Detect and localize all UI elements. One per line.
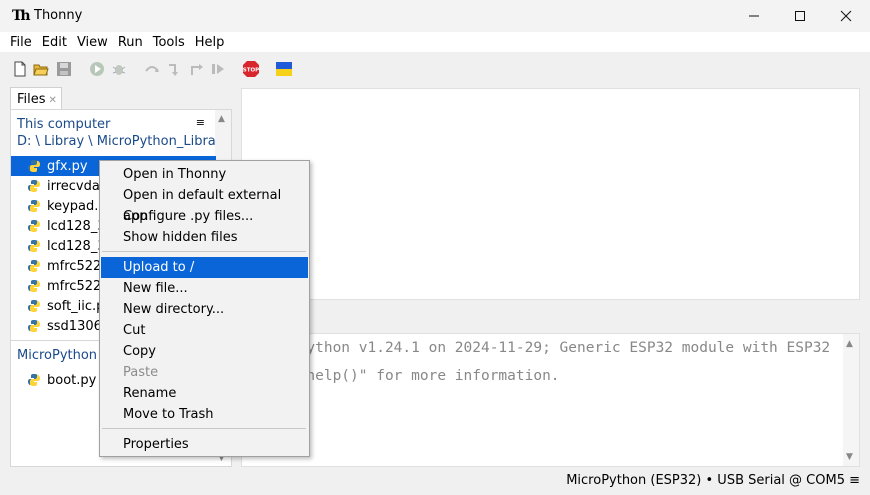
interpreter-status[interactable]: MicroPython (ESP32) • USB Serial @ COM5 … <box>566 473 860 488</box>
python-file-icon <box>28 374 40 386</box>
files-menu-icon[interactable]: ≡ <box>196 116 205 129</box>
python-file-icon <box>28 300 40 312</box>
ctx-open-external[interactable]: Open in default external app <box>101 185 308 224</box>
ctx-upload-to[interactable]: Upload to / <box>101 257 308 278</box>
maximize-button[interactable] <box>777 0 823 32</box>
ctx-copy[interactable]: Copy <box>101 341 308 362</box>
editor-area[interactable] <box>241 88 860 300</box>
menu-bar: File Edit View Run Tools Help <box>0 32 870 52</box>
new-file-icon[interactable] <box>12 61 28 77</box>
python-file-icon <box>28 200 40 212</box>
run-icon[interactable] <box>89 61 105 77</box>
title-bar: Th Thonny <box>0 0 870 32</box>
ctx-open-in-thonny[interactable]: Open in Thonny <box>101 164 308 185</box>
resume-icon[interactable] <box>210 61 226 77</box>
tab-files[interactable]: Files ✕ <box>10 87 62 109</box>
scroll-up-icon[interactable]: ▲ <box>218 114 225 124</box>
menu-separator <box>102 428 306 429</box>
step-into-icon[interactable] <box>166 61 182 77</box>
menu-help[interactable]: Help <box>195 35 225 50</box>
menu-file[interactable]: File <box>10 35 32 50</box>
close-icon <box>840 10 852 22</box>
thonny-logo-icon: Th <box>12 8 31 24</box>
ctx-properties[interactable]: Properties <box>101 434 308 455</box>
file-name: gfx.py <box>47 158 88 174</box>
python-file-icon <box>28 260 40 272</box>
menu-view[interactable]: View <box>77 35 108 50</box>
this-computer-title[interactable]: This computer <box>17 117 110 132</box>
ctx-rename[interactable]: Rename <box>101 383 308 404</box>
debug-icon[interactable] <box>111 61 127 77</box>
step-out-icon[interactable] <box>189 61 205 77</box>
save-icon[interactable] <box>56 61 72 77</box>
shell-line-banner: MicroPython v1.24.1 on 2024-11-29; Gener… <box>254 340 831 356</box>
python-file-icon <box>28 220 40 232</box>
maximize-icon <box>795 11 805 21</box>
ctx-cut[interactable]: Cut <box>101 320 308 341</box>
ukraine-flag-icon[interactable] <box>276 61 292 77</box>
stop-icon[interactable]: STOP <box>242 60 260 78</box>
shell-panel[interactable]: MicroPython v1.24.1 on 2024-11-29; Gener… <box>241 333 860 467</box>
ctx-show-hidden[interactable]: Show hidden files <box>101 227 308 248</box>
ctx-new-file[interactable]: New file... <box>101 278 308 299</box>
python-file-icon <box>28 280 40 292</box>
close-tab-icon[interactable]: ✕ <box>49 95 57 106</box>
status-bar: MicroPython (ESP32) • USB Serial @ COM5 … <box>0 470 870 492</box>
ctx-move-to-trash[interactable]: Move to Trash <box>101 404 308 425</box>
python-file-icon <box>28 180 40 192</box>
ctx-paste: Paste <box>123 365 159 380</box>
shell-scroll-up-icon[interactable]: ▲ <box>846 339 853 349</box>
menu-run[interactable]: Run <box>118 35 143 50</box>
menu-separator <box>102 251 306 252</box>
python-file-icon <box>28 240 40 252</box>
minimize-button[interactable] <box>731 0 777 32</box>
this-computer-path[interactable]: D: \ Libray \ MicroPython_Libray <box>17 134 223 149</box>
tab-files-label: Files <box>17 92 46 107</box>
menu-edit[interactable]: Edit <box>42 35 67 50</box>
open-folder-icon[interactable] <box>33 61 49 77</box>
ctx-new-directory[interactable]: New directory... <box>101 299 308 320</box>
shell-scroll-down-icon[interactable]: ▼ <box>846 452 853 462</box>
svg-text:STOP: STOP <box>243 68 259 74</box>
step-over-icon[interactable] <box>144 61 160 77</box>
context-menu: Open in Thonny Open in default external … <box>99 160 310 457</box>
menu-tools[interactable]: Tools <box>153 35 185 50</box>
shell-scrollbar[interactable]: ▲ ▼ <box>843 334 859 466</box>
ctx-configure-py[interactable]: Configure .py files... <box>101 206 308 227</box>
window-title: Thonny <box>34 8 83 23</box>
file-name: boot.py <box>47 372 97 388</box>
close-button[interactable] <box>823 0 869 32</box>
toolbar: STOP <box>0 52 870 86</box>
python-file-icon <box>28 320 40 332</box>
python-file-icon <box>28 160 40 172</box>
minimize-icon <box>749 15 759 17</box>
